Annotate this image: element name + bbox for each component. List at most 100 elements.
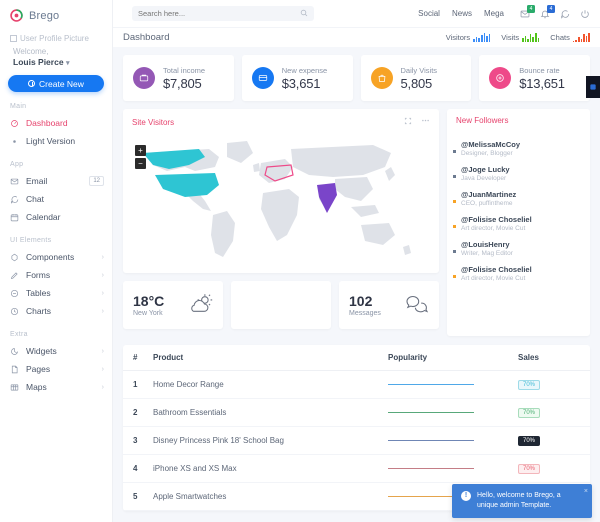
sidebar-item-email[interactable]: Email 12 <box>0 172 112 190</box>
search-icon[interactable] <box>300 9 308 19</box>
stat-value: $3,651 <box>281 75 321 91</box>
table-row[interactable]: 2 Bathroom Essentials 70% <box>123 398 590 427</box>
follower-bullet-icon <box>453 175 456 178</box>
metric-visits[interactable]: Visits <box>501 33 540 42</box>
map-zoom-in-button[interactable]: + <box>135 145 146 156</box>
messages-widget: 102 Messages <box>339 281 439 329</box>
comment-icon[interactable] <box>560 9 570 19</box>
maps-icon <box>10 383 19 392</box>
metric-visitors[interactable]: Visitors <box>446 33 491 42</box>
theme-settings-tab[interactable] <box>586 76 600 98</box>
table-row[interactable]: 4 iPhone XS and XS Max 70% <box>123 454 590 483</box>
map-zoom-out-button[interactable]: − <box>135 158 146 169</box>
popularity-bar <box>388 412 474 413</box>
welcome-text: Welcome, <box>13 47 49 56</box>
metric-sparkline <box>473 33 491 42</box>
table-row[interactable]: 1 Home Decor Range 70% <box>123 370 590 399</box>
chevron-down-icon: ▾ <box>65 60 70 67</box>
close-icon[interactable]: × <box>584 487 588 497</box>
follower-name: @MelissaMcCoy <box>461 140 521 149</box>
mail-icon[interactable]: 4 <box>520 4 535 19</box>
avatar-alt-text: User Profile Picture <box>20 34 89 43</box>
follower-item[interactable]: @JuanMartinez CEO, puffintheme <box>453 190 581 207</box>
weather-city: New York <box>133 310 163 317</box>
topnav-link-news[interactable]: News <box>452 9 472 18</box>
bell-icon[interactable]: 4 <box>540 4 555 19</box>
chevron-right-icon: › <box>101 383 104 391</box>
sidebar-item-pages[interactable]: Pages › <box>0 360 112 378</box>
sidebar-item-label: Charts <box>26 306 52 316</box>
sidebar-item-charts[interactable]: Charts › <box>0 302 112 320</box>
sidebar-item-widgets[interactable]: Widgets › <box>0 342 112 360</box>
topbar-icon-group: 4 4 <box>520 4 590 19</box>
sidebar-item-dashboard[interactable]: Dashboard <box>0 114 112 132</box>
sales-badge: 70% <box>518 464 541 474</box>
stat-card-bounce-rate[interactable]: Bounce rate $13,651 <box>479 55 590 101</box>
follower-role: Art director, Movie Cut <box>461 275 526 282</box>
stat-card-total-income[interactable]: Total income $7,805 <box>123 55 234 101</box>
map-highlight-india <box>317 183 337 213</box>
sidebar-item-calendar[interactable]: Calendar <box>0 208 112 226</box>
sidebar-section-title: Extra <box>10 331 28 338</box>
metric-chats[interactable]: Chats <box>550 33 590 42</box>
follower-bullet-icon <box>453 225 456 228</box>
stat-card-daily-visits[interactable]: Daily Visits 5,805 <box>360 55 472 101</box>
sidebar-item-label: Tables <box>26 288 51 298</box>
avatar[interactable]: User Profile Picture <box>10 34 102 44</box>
more-icon[interactable] <box>421 116 430 128</box>
cell-product: Disney Princess Pink 18' School Bag <box>153 426 388 455</box>
sidebar-item-label: Dashboard <box>26 118 68 128</box>
chat-icon <box>10 195 19 204</box>
brand[interactable]: Brego <box>0 0 112 32</box>
map-followers-row: Site Visitors + − 18°C New York 102 Mess… <box>123 109 590 336</box>
app-root: Brego User Profile Picture Welcome, Loui… <box>0 0 600 522</box>
brego-logo-icon <box>10 9 23 22</box>
weather-temperature: 18°C <box>133 293 165 309</box>
sidebar-item-forms[interactable]: Forms › <box>0 266 112 284</box>
sidebar-item-label: Forms <box>26 270 51 280</box>
follower-name: @JuanMartinez <box>461 190 517 199</box>
search-input[interactable] <box>138 9 300 18</box>
sidebar-item-maps[interactable]: Maps › <box>0 378 112 396</box>
metric-label: Visitors <box>445 33 471 42</box>
sidebar-item-tables[interactable]: Tables › <box>0 284 112 302</box>
world-map[interactable] <box>123 131 439 269</box>
metric-label: Visits <box>501 33 520 42</box>
new-followers-header: New Followers <box>447 109 590 128</box>
page-title: Dashboard <box>123 32 170 43</box>
table-row[interactable]: 3 Disney Princess Pink 18' School Bag 70% <box>123 426 590 455</box>
topnav-link-social[interactable]: Social <box>418 9 440 18</box>
chevron-right-icon: › <box>101 347 104 355</box>
calendar-icon <box>10 213 19 222</box>
follower-name: @Folisise Choseliel <box>461 215 532 224</box>
create-new-button[interactable]: Create New <box>8 75 104 92</box>
create-new-label: Create New <box>39 78 84 89</box>
follower-item[interactable]: @Folisise Choseliel Art director, Movie C… <box>453 215 581 232</box>
username-label: Louis Pierce <box>13 57 64 67</box>
username-dropdown[interactable]: Louis Pierce ▾ <box>13 57 102 67</box>
sidebar-item-light-version[interactable]: Light Version <box>0 132 112 150</box>
follower-item[interactable]: @Joge Lucky Java Developer <box>453 165 581 182</box>
card-icon <box>251 67 274 89</box>
sidebar-section-title: UI Elements <box>10 237 52 244</box>
sidebar-item-chat[interactable]: Chat <box>0 190 112 208</box>
broken-image-icon <box>10 35 17 42</box>
forms-pencil-icon <box>10 271 19 280</box>
expand-icon[interactable] <box>404 116 412 128</box>
follower-role: Art director, Movie Cut <box>461 225 526 232</box>
stat-card-new-expense[interactable]: New expense $3,651 <box>241 55 353 101</box>
follower-item[interactable]: @LouisHenry Writer, Mag Editor <box>453 240 581 257</box>
sidebar-section-title: App <box>10 161 24 168</box>
cell-index: 1 <box>123 370 153 399</box>
follower-item[interactable]: @Folisise Choseliel Art director, Movie C… <box>453 265 581 282</box>
topnav-link-mega[interactable]: Mega <box>484 9 504 18</box>
sidebar-profile: User Profile Picture Welcome, Louis Pier… <box>0 32 112 67</box>
stat-value: $13,651 <box>519 75 565 91</box>
power-icon[interactable] <box>580 9 590 19</box>
cell-popularity <box>388 370 518 399</box>
search-box[interactable] <box>132 6 314 21</box>
sidebar-item-label: Chat <box>26 194 44 204</box>
brand-name: Brego <box>29 9 60 22</box>
follower-item[interactable]: @MelissaMcCoy Designer, Blogger <box>453 140 581 157</box>
sidebar-item-components[interactable]: Components › <box>0 248 112 266</box>
